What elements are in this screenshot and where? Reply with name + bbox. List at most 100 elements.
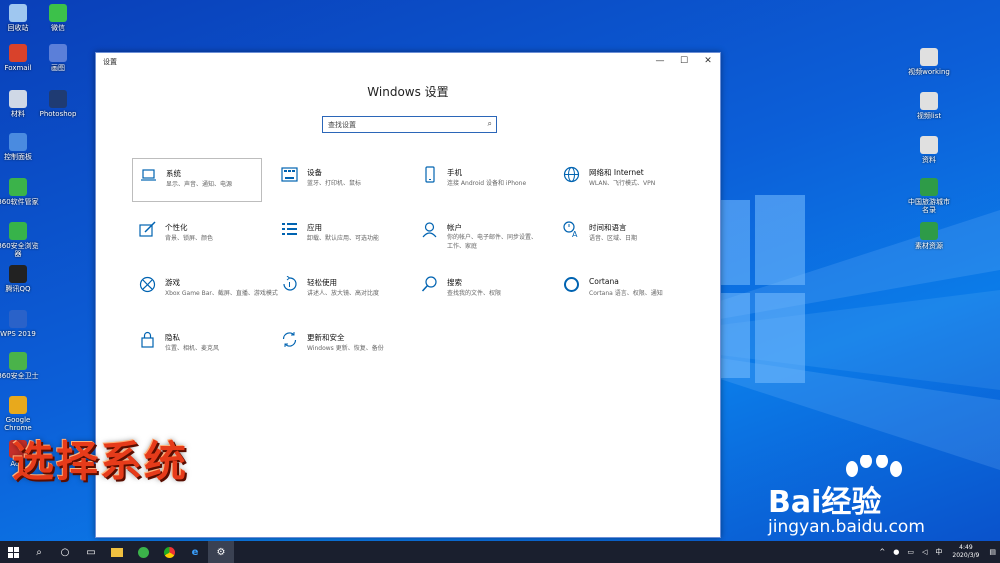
accessibility-icon xyxy=(283,276,297,291)
file-icon xyxy=(920,178,938,196)
desktop-icon-label: 中国旅游城市名录 xyxy=(908,198,950,214)
settings-tile-description: 语音、区域、日期 xyxy=(589,235,638,242)
keyboard-icon xyxy=(281,167,298,182)
desktop-icon[interactable]: Photoshop xyxy=(34,90,82,118)
settings-tile-description: 蓝牙、打印机、鼠标 xyxy=(307,180,362,187)
desktop-icon[interactable]: 控制面板 xyxy=(0,133,42,161)
close-button[interactable]: ✕ xyxy=(696,53,720,69)
settings-tile-name: 搜索 xyxy=(447,278,462,287)
settings-tile-description: 卸载、默认应用、可选功能 xyxy=(307,235,380,242)
tray-app-icon[interactable]: ● xyxy=(889,548,903,556)
lock-icon xyxy=(141,331,154,348)
app-icon xyxy=(9,4,27,22)
360-browser-icon[interactable] xyxy=(130,541,156,563)
explorer-icon[interactable] xyxy=(104,541,130,563)
app-icon xyxy=(9,396,27,414)
chrome-icon[interactable] xyxy=(156,541,182,563)
settings-tile-description: Cortana 语言、权限、通知 xyxy=(589,290,663,297)
desktop-icon[interactable]: 视频working xyxy=(905,48,953,76)
cortana-icon xyxy=(564,277,579,292)
desktop-icon[interactable]: 中国旅游城市名录 xyxy=(905,178,953,214)
desktop-icon[interactable]: 腾讯QQ xyxy=(0,265,42,293)
task-view-icon[interactable]: ▭ xyxy=(78,541,104,563)
settings-tile-name: 手机 xyxy=(447,168,462,177)
settings-tile[interactable]: 系统 显示、声音、通知、电源 xyxy=(132,158,262,202)
desktop-icon[interactable]: 画图 xyxy=(34,44,82,72)
settings-tile-name: 帐户 xyxy=(447,223,462,232)
window-controls: — ☐ ✕ xyxy=(648,53,720,69)
desktop-icon[interactable]: WPS 2019 xyxy=(0,310,42,338)
desktop-icon[interactable]: 素材资源 xyxy=(905,222,953,250)
desktop-icon[interactable]: 360安全浏览器 xyxy=(0,222,42,258)
settings-tile-name: 更新和安全 xyxy=(307,333,345,342)
settings-tile[interactable]: 搜索 查找我的文件、权限 xyxy=(414,268,544,312)
settings-tile-name: Cortana xyxy=(589,277,619,286)
settings-tile-description: 连接 Android 设备和 iPhone xyxy=(447,180,527,187)
settings-tile[interactable]: Cortana Cortana 语言、权限、通知 xyxy=(556,268,686,312)
settings-tile-description: Xbox Game Bar、截屏、直播、游戏模式 xyxy=(165,290,278,297)
desktop-icon-label: 腾讯QQ xyxy=(5,285,31,293)
volume-icon[interactable]: ◁ xyxy=(918,548,931,556)
settings-tile-name: 轻松使用 xyxy=(307,278,337,287)
settings-tile-name: 系统 xyxy=(166,169,181,178)
app-icon xyxy=(49,4,67,22)
settings-tile-description: WLAN、飞行模式、VPN xyxy=(589,180,656,187)
desktop-icon[interactable]: 微信 xyxy=(34,4,82,32)
file-icon xyxy=(920,222,938,240)
settings-tile[interactable]: A 时间和语言语音、区域、日期 xyxy=(556,213,686,257)
input-method-indicator[interactable]: 中 xyxy=(931,547,946,557)
tray-chevron-icon[interactable]: ^ xyxy=(875,548,889,556)
desktop-icon-label: 画图 xyxy=(51,64,65,72)
clock[interactable]: 4:49 2020/3/9 xyxy=(946,544,985,560)
app-icon xyxy=(9,44,27,62)
desktop-icon-label: 视频working xyxy=(908,68,950,76)
settings-tile-description: 你的帐户、电子邮件、同步设置、工作、家庭 xyxy=(447,234,538,250)
search-icon[interactable]: ⌕ xyxy=(488,119,492,129)
search-input[interactable]: 查找设置 ⌕ xyxy=(322,116,497,133)
clock-date: 2020/3/9 xyxy=(952,552,980,559)
desktop-icon-label: Photoshop xyxy=(39,110,77,118)
start-icon[interactable] xyxy=(0,541,26,563)
svg-text:A: A xyxy=(572,230,578,238)
settings-tile[interactable]: 设备 蓝牙、打印机、鼠标 xyxy=(274,158,404,202)
desktop-icon-label: 微信 xyxy=(51,24,65,32)
notification-icon[interactable]: ▤ xyxy=(985,548,1000,556)
baidu-watermark: Bai经验 jingyan.baidu.com xyxy=(768,455,988,545)
desktop-icon[interactable]: 视频list xyxy=(905,92,953,120)
maximize-button[interactable]: ☐ xyxy=(672,53,696,69)
laptop-icon xyxy=(141,169,156,181)
settings-tile[interactable]: 应用 卸载、默认应用、可选功能 xyxy=(274,213,404,257)
cortana-icon[interactable]: ○ xyxy=(52,541,78,563)
settings-tile-name: 隐私 xyxy=(165,333,180,342)
app-icon xyxy=(9,222,27,240)
desktop-icon[interactable]: Google Chrome xyxy=(0,396,42,432)
settings-tile[interactable]: 帐户你的帐户、电子邮件、同步设置、工作、家庭 xyxy=(414,213,544,257)
settings-tile[interactable]: 游戏 Xbox Game Bar、截屏、直播、游戏模式 xyxy=(132,268,278,312)
settings-tile[interactable]: 网络和 Internet WLAN、飞行模式、VPN xyxy=(556,158,686,202)
settings-tile[interactable]: 手机连接 Android 设备和 iPhone xyxy=(414,158,544,202)
edge-icon[interactable]: e xyxy=(182,541,208,563)
file-icon xyxy=(920,48,938,66)
desktop-icon[interactable]: 资料 xyxy=(905,136,953,164)
desktop-icon-label: 资料 xyxy=(922,156,936,164)
settings-tile[interactable]: 隐私 位置、相机、麦克风 xyxy=(132,323,262,367)
settings-tile-name: 时间和语言 xyxy=(589,223,627,232)
network-icon[interactable]: ▭ xyxy=(903,548,918,556)
desktop-icon[interactable]: 360软件管家 xyxy=(0,178,42,206)
file-icon xyxy=(920,136,938,154)
file-icon xyxy=(920,92,938,110)
settings-tile-name: 网络和 Internet xyxy=(589,168,644,177)
desktop-icon[interactable]: 360安全卫士 xyxy=(0,352,42,380)
minimize-button[interactable]: — xyxy=(648,53,672,69)
settings-tile[interactable]: 轻松使用 讲述人、放大镜、高对比度 xyxy=(274,268,404,312)
title-bar[interactable]: 设置 — ☐ ✕ xyxy=(96,53,720,69)
settings-tile-name: 个性化 xyxy=(165,223,188,232)
page-title: Windows 设置 xyxy=(367,85,449,99)
search-icon[interactable]: ⌕ xyxy=(26,541,52,563)
settings-tile[interactable]: 个性化 背景、锁屏、颜色 xyxy=(132,213,262,257)
app-icon xyxy=(9,133,27,151)
settings-icon[interactable]: ⚙ xyxy=(208,541,234,563)
settings-tile[interactable]: 更新和安全 Windows 更新、恢复、备份 xyxy=(274,323,404,367)
app-icon xyxy=(9,352,27,370)
time-language-icon: A xyxy=(563,221,578,238)
